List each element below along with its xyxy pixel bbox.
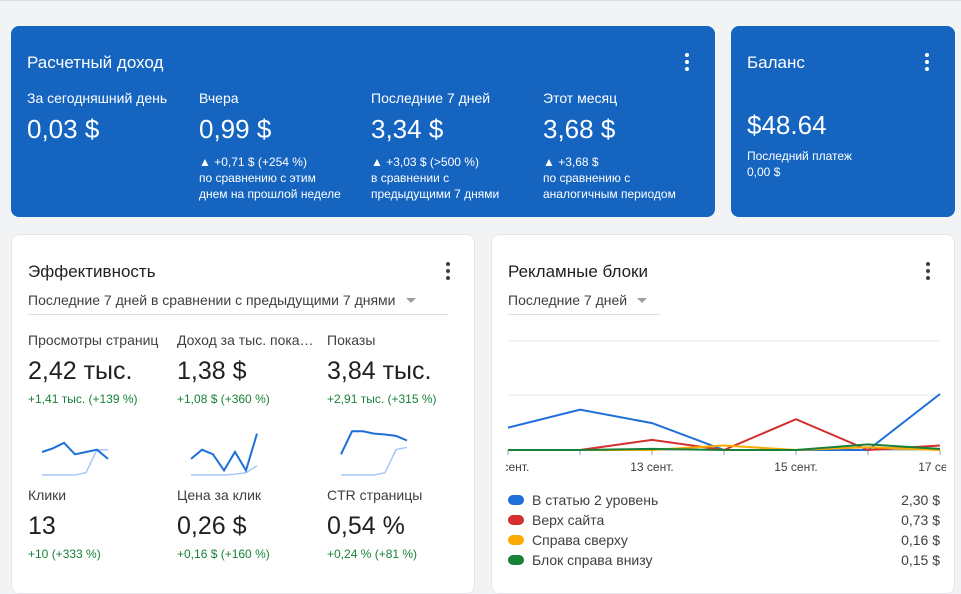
ad-units-line-chart: 11 сент. 13 сент. 15 сент. 17 сент. [506, 340, 946, 474]
sparkline-page-rpm [190, 433, 258, 476]
legend-item[interactable]: Справа сверху 0,16 $ [508, 530, 940, 550]
revenue-this-month-delta: ▲ +3,68 $ по сравнению с аналогичным пер… [543, 155, 676, 201]
ad-units-title: Рекламные блоки [508, 262, 648, 281]
legend-swatch [508, 515, 524, 525]
legend-item[interactable]: Блок справа внизу 0,15 $ [508, 550, 940, 570]
legend-item[interactable]: Верх сайта 0,73 $ [508, 510, 940, 530]
revenue-last-7-days-label: Последние 7 дней [371, 90, 491, 106]
revenue-last-7-days-delta: ▲ +3,03 $ (>500 %) в сравнении с предыду… [371, 155, 500, 201]
ad-units-card: Рекламные блоки Последние 7 дней 11 сент… [491, 234, 955, 594]
revenue-last-7-days-value: 3,34 $ [371, 114, 444, 144]
chart-x-tick-label: 15 сент. [774, 460, 817, 474]
performance-period-label: Последние 7 дней в сравнении с предыдущи… [28, 292, 396, 308]
sparkline-current-period [190, 433, 258, 473]
ad-units-period-underline [508, 314, 660, 315]
legend-swatch [508, 495, 524, 505]
performance-title: Эффективность [28, 262, 156, 281]
metric-cpc[interactable]: Цена за клик 0,26 $ +0,16 $ (+160 %) [177, 487, 317, 561]
revenue-last-7-days: Последние 7 дней 3,34 $ ▲ +3,03 $ (>500 … [371, 90, 536, 202]
last-payment-value: 0,00 $ [747, 165, 781, 179]
revenue-yesterday-label: Вчера [199, 90, 239, 106]
metric-pageviews[interactable]: Просмотры страниц 2,42 тыс. +1,41 тыс. (… [28, 332, 168, 406]
performance-card: Эффективность Последние 7 дней в сравнен… [11, 234, 475, 594]
revenue-today: За сегодняшний день 0,03 $ [27, 90, 192, 145]
balance-card: Баланс $48.64 Последний платеж 0,00 $ [731, 26, 955, 217]
metric-page-ctr[interactable]: CTR страницы 0,54 % +0,24 % (+81 %) [327, 487, 467, 561]
sparkline-current-period [41, 441, 109, 460]
last-payment-label: Последний платеж [747, 149, 852, 163]
chart-x-tick-label: 17 сент. [918, 460, 946, 474]
sparkline-pageviews [41, 441, 109, 476]
legend-swatch [508, 555, 524, 565]
performance-more-icon[interactable] [438, 260, 458, 282]
chart-x-tick-label: 11 сент. [506, 460, 529, 474]
ad-units-legend: В статью 2 уровень 2,30 $ Верх сайта 0,7… [508, 490, 940, 570]
ad-units-period-label: Последние 7 дней [508, 292, 628, 308]
balance-more-icon[interactable] [917, 51, 937, 73]
ad-units-period-select[interactable]: Последние 7 дней [508, 292, 648, 308]
performance-period-select[interactable]: Последние 7 дней в сравнении с предыдущи… [28, 292, 416, 308]
revenue-this-month: Этот месяц 3,68 $ ▲ +3,68 $ по сравнению… [543, 90, 708, 202]
top-divider [0, 0, 961, 1]
ad-units-more-icon[interactable] [918, 260, 938, 282]
revenue-yesterday-value: 0,99 $ [199, 114, 272, 144]
legend-item[interactable]: В статью 2 уровень 2,30 $ [508, 490, 940, 510]
revenue-yesterday-delta: ▲ +0,71 $ (+254 %) по сравнению с этим д… [199, 155, 341, 201]
revenue-today-label: За сегодняшний день [27, 90, 168, 106]
chart-x-tick-label: 13 сент. [630, 460, 673, 474]
revenue-yesterday: Вчера 0,99 $ ▲ +0,71 $ (+254 %) по сравн… [199, 90, 364, 202]
metric-clicks[interactable]: Клики 13 +10 (+333 %) [28, 487, 168, 561]
sparkline-impressions [340, 430, 408, 476]
metric-page-rpm[interactable]: Доход за тыс. показов 1,38 $ +1,08 $ (+3… [177, 332, 317, 406]
chart-series-line [507, 393, 941, 451]
chevron-down-icon [637, 297, 648, 303]
revenue-more-icon[interactable] [677, 51, 697, 73]
balance-value: $48.64 [747, 110, 827, 140]
chevron-down-icon [405, 297, 416, 303]
legend-swatch [508, 535, 524, 545]
sparkline-previous-period [341, 446, 408, 476]
sparkline-current-period [340, 430, 408, 455]
revenue-this-month-value: 3,68 $ [543, 114, 616, 144]
metric-impressions[interactable]: Показы 3,84 тыс. +2,91 тыс. (+315 %) [327, 332, 467, 406]
balance-title: Баланс [747, 53, 805, 72]
revenue-title: Расчетный доход [27, 53, 164, 72]
performance-period-underline [28, 314, 448, 315]
estimated-revenue-card: Расчетный доход За сегодняшний день 0,03… [11, 26, 715, 217]
revenue-this-month-label: Этот месяц [543, 90, 618, 106]
revenue-today-value: 0,03 $ [27, 114, 100, 144]
